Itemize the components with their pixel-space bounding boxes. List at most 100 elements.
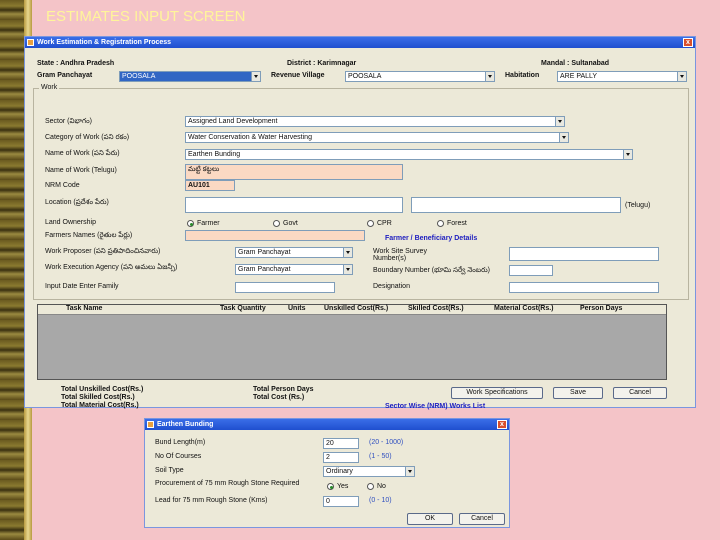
gp-label: Gram Panchayat [37,72,93,79]
habitation-value: ARE PALLY [560,73,598,80]
execution-agency-value: Gram Panchayat [238,266,291,273]
bund-length-value: 20 [326,440,334,447]
chevron-down-icon[interactable] [559,133,568,142]
lead-hint: (0 - 10) [369,497,392,504]
bund-length-label: Bund Length(m) [155,439,206,446]
total-skilled-label: Total Skilled Cost(Rs.) [61,394,135,401]
cancel-button[interactable]: Cancel [613,387,667,399]
gp-value: POOSALA [122,73,156,80]
bund-length-field[interactable]: 20 [323,438,359,449]
village-select[interactable]: POOSALA [345,71,495,82]
chevron-down-icon[interactable] [405,467,414,476]
category-select[interactable]: Water Conservation & Water Harvesting [185,132,569,143]
location-telugu-field[interactable] [411,197,621,213]
total-cost-label: Total Cost (Rs.) [253,394,305,401]
courses-value: 2 [326,454,330,461]
dialog-title: Earthen Bunding [157,421,214,428]
courses-field[interactable]: 2 [323,452,359,463]
slide-title: ESTIMATES INPUT SCREEN [46,8,246,25]
chevron-down-icon[interactable] [555,117,564,126]
grid-col-skilled: Skilled Cost(Rs.) [408,305,464,312]
chevron-down-icon[interactable] [343,265,352,274]
village-value: POOSALA [348,73,382,80]
radio-farmer-label: Farmer [197,220,220,227]
radio-farmer[interactable] [187,220,194,227]
radio-yes-label: Yes [337,483,349,490]
radio-no-label: No [377,483,386,490]
bamboo-border [0,0,24,540]
save-button[interactable]: Save [553,387,603,399]
grid-col-material: Material Cost(Rs.) [494,305,554,312]
earthen-bunding-dialog: Earthen Bunding x Bund Length(m) 20 (20 … [144,418,510,528]
nrm-code-label: NRM Code [45,182,80,189]
boundary-field[interactable] [509,265,553,276]
work-name-value: Earthen Bunding [188,151,241,158]
total-material-label: Total Material Cost(Rs.) [61,402,139,409]
radio-cpr-label: CPR [377,220,392,227]
farmers-names-field[interactable] [185,230,365,241]
work-name-label: Name of Work (పని పేరు) [45,150,120,157]
chevron-down-icon[interactable] [251,72,260,81]
bund-length-hint: (20 - 1000) [369,439,404,446]
work-proposer-label: Work Proposer (పని ప్రతిపాదించినవారు) [45,248,161,255]
chevron-down-icon[interactable] [485,72,494,81]
location-label: Location (ప్రదేశం పేరు) [45,199,109,206]
close-icon[interactable]: x [497,420,507,429]
soil-type-value: Ordinary [326,468,353,475]
chevron-down-icon[interactable] [623,150,632,159]
chevron-down-icon[interactable] [677,72,686,81]
designation-field[interactable] [509,282,659,293]
farmers-names-label: Farmers Names (రైతుల పేర్లు) [45,232,133,239]
execution-agency-label: Work Execution Agency (పని అమలు ఏజన్సీ) [45,264,178,271]
execution-agency-select[interactable]: Gram Panchayat [235,264,353,275]
nrm-works-list-link[interactable]: Sector Wise (NRM) Works List [385,403,485,410]
lead-field[interactable]: 0 [323,496,359,507]
sector-value: Assigned Land Development [188,118,278,125]
lead-value: 0 [326,498,330,505]
survey-label: Work Site Survey Number(s) [373,248,427,262]
courses-hint: (1 - 50) [369,453,392,460]
beneficiary-details-link[interactable]: Farmer / Beneficiary Details [385,235,477,242]
survey-field[interactable] [509,247,659,261]
lead-label: Lead for 75 mm Rough Stone (Kms) [155,497,268,504]
dialog-titlebar: Earthen Bunding x [145,419,509,430]
work-name-telugu-label: Name of Work (Telugu) [45,167,117,174]
land-ownership-label: Land Ownership [45,219,96,226]
habitation-select[interactable]: ARE PALLY [557,71,687,82]
radio-yes[interactable] [327,483,334,490]
main-window: Work Estimation & Registration Process x… [24,36,696,410]
village-label: Revenue Village [271,72,325,79]
category-label: Category of Work (పని రకం) [45,134,130,141]
nrm-code-value: AU101 [188,182,210,189]
radio-cpr[interactable] [367,220,374,227]
close-icon[interactable]: x [683,38,693,47]
task-grid[interactable]: Task Name Task Quantity Units Unskilled … [37,304,667,380]
chevron-down-icon[interactable] [343,248,352,257]
radio-govt[interactable] [273,220,280,227]
radio-no[interactable] [367,483,374,490]
mandal-label: Mandal : Sultanabad [541,60,610,67]
grid-col-task-name: Task Name [66,305,103,312]
gp-select[interactable]: POOSALA [119,71,261,82]
location-field[interactable] [185,197,403,213]
radio-forest[interactable] [437,220,444,227]
app-icon [147,421,154,428]
ok-button[interactable]: OK [407,513,453,525]
designation-label: Designation [373,283,410,290]
boundary-label: Boundary Number (భూమి సర్వే నెంబరు) [373,267,490,274]
input-date-label: Input Date Enter Family [45,283,119,290]
total-person-days-label: Total Person Days [253,386,314,393]
work-name-telugu-field[interactable]: మట్టి కట్టలు [185,164,403,180]
work-name-select[interactable]: Earthen Bunding [185,149,633,160]
app-icon [27,39,34,46]
courses-label: No Of Courses [155,453,202,460]
habitation-label: Habitation [505,72,540,79]
dialog-cancel-button[interactable]: Cancel [459,513,505,525]
nrm-code-field: AU101 [185,180,235,191]
work-specifications-button[interactable]: Work Specifications [451,387,543,399]
soil-type-select[interactable]: Ordinary [323,466,415,477]
radio-govt-label: Govt [283,220,298,227]
work-proposer-select[interactable]: Gram Panchayat [235,247,353,258]
sector-select[interactable]: Assigned Land Development [185,116,565,127]
input-date-field[interactable] [235,282,335,293]
